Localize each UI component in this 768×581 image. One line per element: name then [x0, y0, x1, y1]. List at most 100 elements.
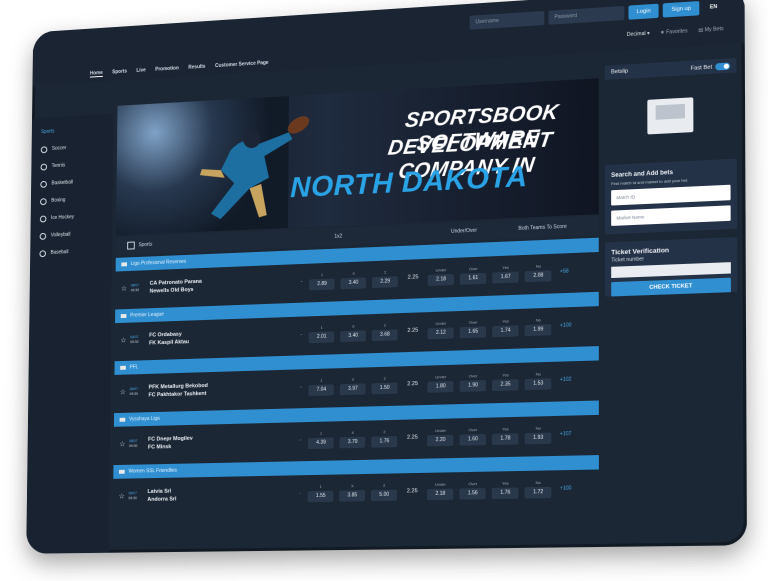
nav-results[interactable]: Results	[188, 64, 205, 72]
sub-bar: Decimal ▾ ★ Favorites ▤ My Bets	[627, 26, 724, 38]
more-markets-link[interactable]: +102	[560, 377, 572, 383]
odds-button[interactable]: 2.29	[372, 276, 398, 288]
odds-button[interactable]: 1.93	[525, 432, 552, 444]
odds-button[interactable]: 2.89	[309, 279, 335, 291]
odds-button[interactable]: 2.35	[492, 379, 519, 391]
odds-button[interactable]: 3.40	[340, 330, 366, 342]
home-win-cell: 1 7.04	[309, 377, 335, 396]
username-input[interactable]: Username	[470, 11, 545, 30]
nav-customer-service[interactable]: Customer Service Page	[215, 60, 269, 70]
odds-format-select[interactable]: Decimal ▾	[627, 31, 650, 38]
match-time: 08/07 09:30	[131, 283, 150, 293]
odds-button[interactable]: 1.53	[525, 378, 552, 390]
login-button[interactable]: Login	[628, 4, 659, 20]
favorite-star-icon[interactable]: ☆	[120, 388, 126, 396]
draw-cell: X 3.40	[340, 323, 366, 342]
match-hour: 09:30	[128, 496, 136, 500]
odds-button[interactable]: 1.78	[492, 433, 519, 445]
my-bets-link[interactable]: ▤ My Bets	[698, 26, 723, 34]
away-win-cell: 2 1.76	[371, 429, 397, 448]
password-input[interactable]: Password	[548, 6, 624, 25]
empty-box-icon	[647, 97, 693, 134]
flag-icon	[121, 262, 127, 266]
flag-icon	[119, 470, 125, 474]
promo-banner[interactable]: SPORTSBOOK SOFTWARE DEVELOPMENT COMPANY …	[116, 78, 599, 235]
language-selector[interactable]: EN	[710, 4, 717, 11]
sidebar-item-label: Volleyball	[51, 232, 71, 239]
fast-bet-toggle[interactable]: Fast Bet	[691, 62, 730, 71]
nav-live[interactable]: Live	[136, 67, 145, 74]
match-teams[interactable]: PFK Metallurg Bekobod FC Pakhtakor Tashke…	[148, 380, 293, 400]
sports-header: Sports	[127, 233, 334, 250]
odds-button[interactable]: 1.61	[460, 273, 486, 285]
odds-button[interactable]: 3.85	[339, 490, 365, 502]
btts-yes-cell: Yes 1.76	[492, 480, 519, 499]
odds-button[interactable]: 2.18	[428, 274, 454, 286]
odds-button[interactable]: 1.67	[492, 271, 518, 283]
more-markets-link[interactable]: +100	[560, 322, 572, 329]
odds-button[interactable]: 1.50	[372, 383, 398, 395]
more-markets-link[interactable]: +100	[560, 485, 572, 491]
sidebar-item-baseball[interactable]: Baseball	[30, 242, 112, 263]
odds-button[interactable]: 1.55	[308, 491, 334, 502]
total-line: 2.25	[403, 434, 421, 440]
flag-icon	[121, 314, 127, 318]
odds-button[interactable]: 2.01	[309, 331, 335, 343]
search-bets-panel: Search and Add bets Find match id and ma…	[605, 159, 737, 235]
odds-button[interactable]: 3.97	[340, 383, 366, 395]
odds-button[interactable]: 7.04	[309, 384, 335, 396]
match-teams[interactable]: FC Dnepr Mogilev FC Minsk	[148, 432, 293, 451]
match-time: 08/07 09:30	[128, 491, 147, 501]
odds-button[interactable]: 3.40	[341, 277, 367, 289]
btts-no-cell: No 1.53	[525, 371, 552, 390]
volleyball-icon	[40, 232, 47, 239]
baseball-icon	[39, 250, 46, 257]
league-name: Liga Profesional Reserves	[131, 259, 186, 267]
league-name: PFL	[130, 364, 139, 370]
odds-button[interactable]: 5.00	[371, 490, 397, 502]
odds-button[interactable]: 2.12	[428, 327, 454, 339]
favorite-star-icon[interactable]: ☆	[120, 336, 126, 344]
odds-button[interactable]: 3.68	[372, 329, 398, 341]
signup-button[interactable]: Sign up	[663, 1, 699, 18]
ice-hockey-icon	[40, 215, 47, 222]
match-teams[interactable]: Latvia Srl Andorra Srl	[147, 485, 292, 503]
sports-header-label: Sports	[138, 242, 152, 248]
odds-button[interactable]: 1.80	[428, 381, 454, 393]
match-teams[interactable]: CA Patronato Parana Newells Old Boys	[150, 274, 294, 295]
under-cell: Under 1.80	[428, 374, 454, 393]
odds-button[interactable]: 2.18	[427, 489, 453, 501]
odds-button[interactable]: 1.76	[492, 487, 519, 499]
right-column: Betslip Fast Bet Search and Add bets Fin…	[605, 58, 738, 305]
favorites-link[interactable]: ★ Favorites	[660, 28, 688, 36]
odds-button[interactable]: 1.72	[525, 487, 552, 499]
nav-sports[interactable]: Sports	[112, 69, 127, 77]
odds-button[interactable]: 1.60	[460, 434, 486, 446]
toggle-switch[interactable]	[715, 62, 730, 70]
nav-promotion[interactable]: Promotion	[155, 65, 179, 73]
check-ticket-button[interactable]: CHECK TICKET	[611, 278, 731, 297]
btts-no-cell: No 1.93	[525, 425, 552, 444]
odds-button[interactable]: 1.74	[492, 325, 518, 337]
over-cell: Over 1.60	[460, 427, 486, 446]
odds-button[interactable]: 1.76	[371, 436, 397, 448]
under-cell: Under 2.20	[427, 428, 453, 447]
favorite-star-icon[interactable]: ☆	[119, 440, 125, 448]
match-teams[interactable]: FC Ordabasy FK Kaspil Aktau	[149, 327, 293, 348]
favorite-star-icon[interactable]: ☆	[121, 285, 127, 293]
btts-yes-cell: Yes 1.74	[492, 318, 518, 337]
more-markets-link[interactable]: +58	[560, 268, 569, 274]
odds-button[interactable]: 2.08	[525, 270, 552, 282]
odds-button[interactable]: 1.56	[460, 488, 486, 500]
market-name-input[interactable]: Market Name	[611, 205, 731, 226]
favorite-star-icon[interactable]: ☆	[119, 492, 125, 500]
odds-button[interactable]: 1.65	[460, 326, 486, 338]
more-markets-link[interactable]: +107	[560, 431, 572, 437]
odds-button[interactable]: 2.20	[427, 435, 453, 447]
odds-button[interactable]: 1.99	[525, 324, 552, 336]
sidebar-item-label: Tennis	[52, 163, 65, 169]
odds-button[interactable]: 3.79	[340, 437, 366, 449]
odds-button[interactable]: 4.39	[308, 437, 334, 449]
nav-home[interactable]: Home	[90, 70, 103, 78]
odds-button[interactable]: 1.90	[460, 380, 486, 392]
